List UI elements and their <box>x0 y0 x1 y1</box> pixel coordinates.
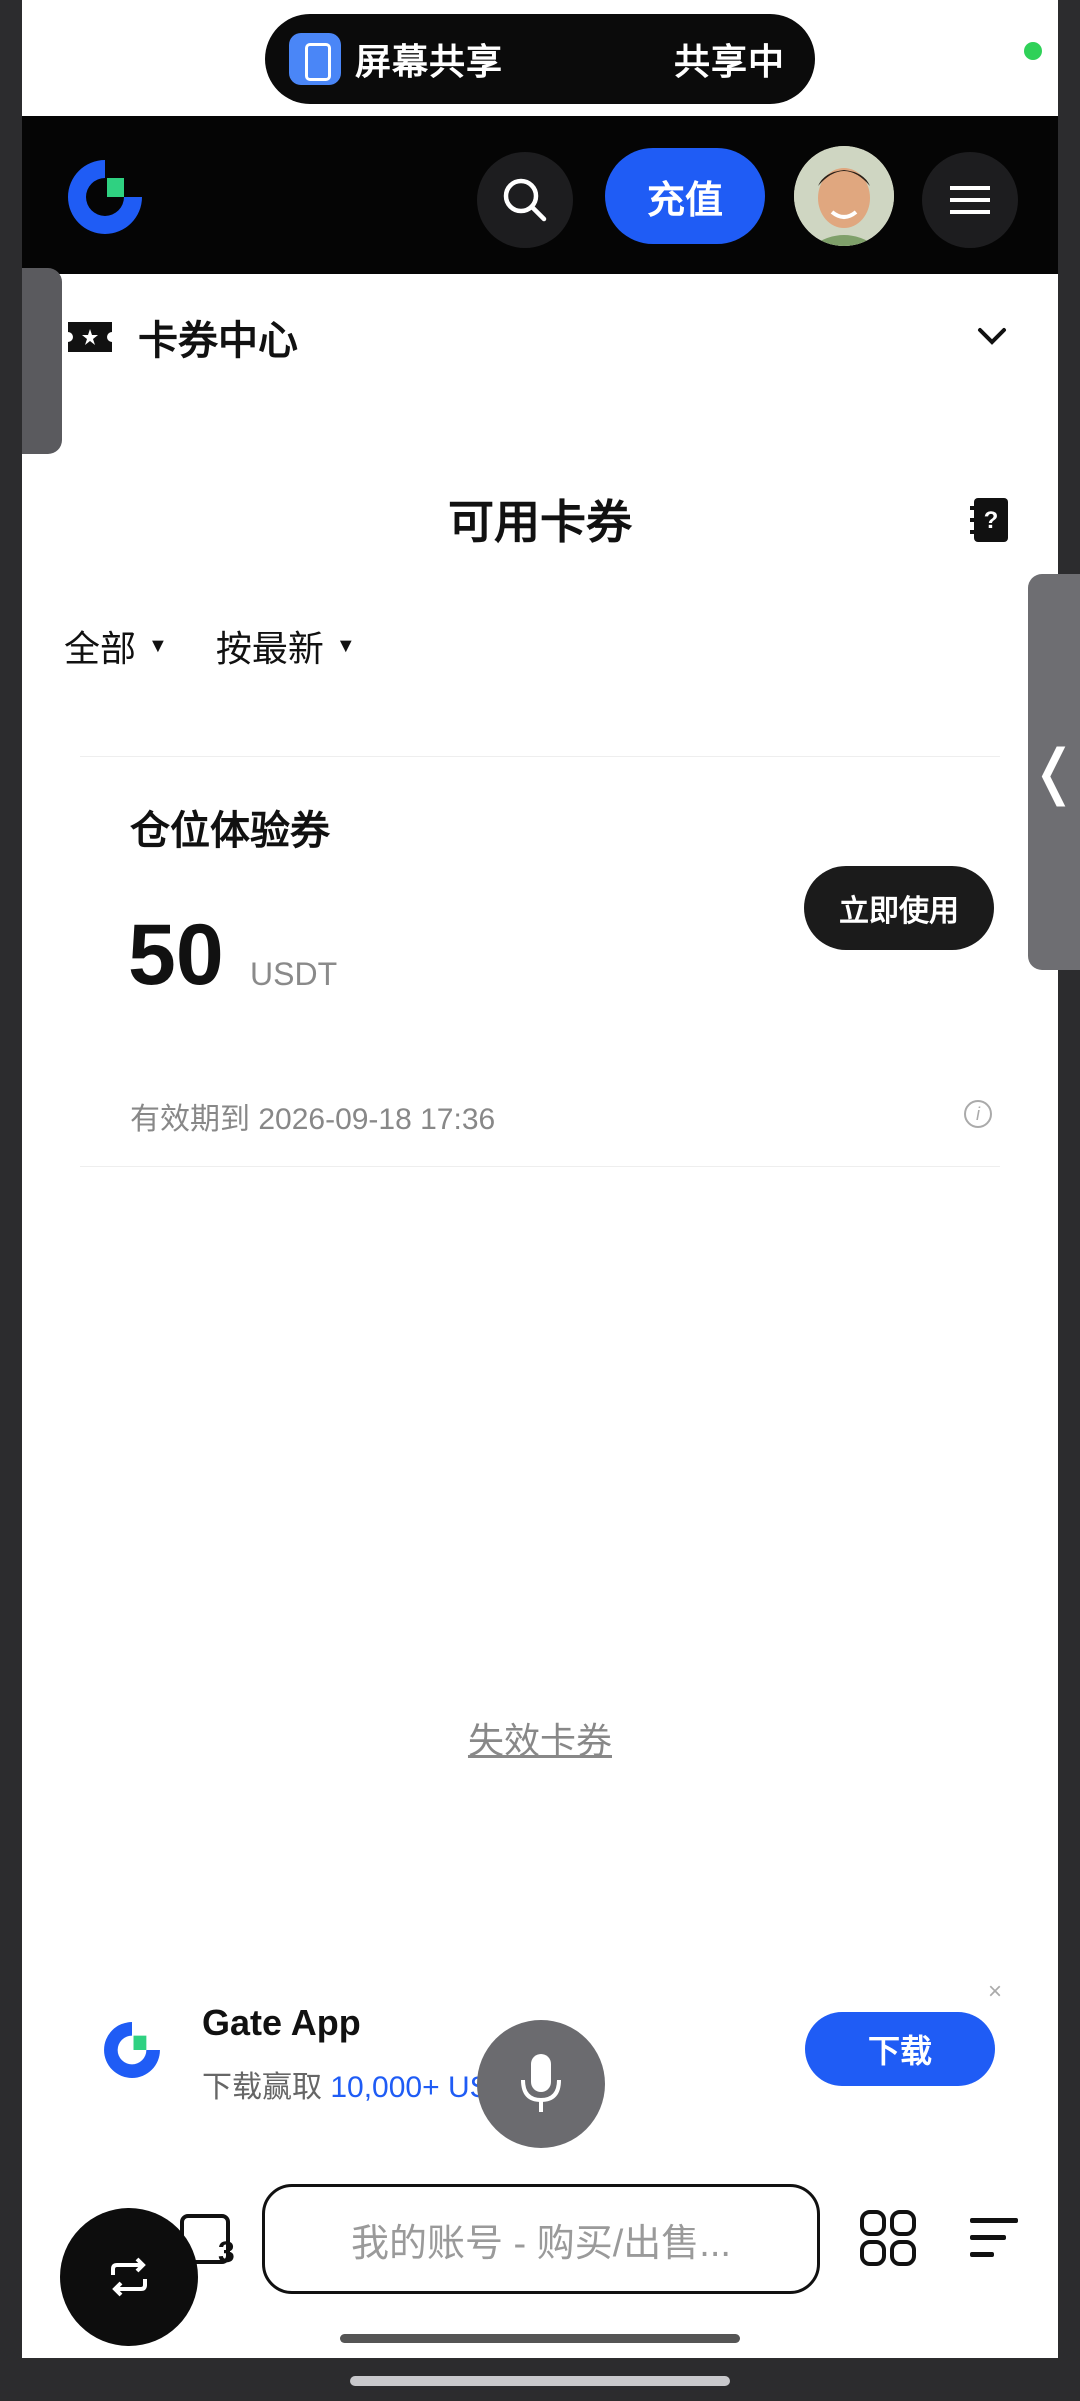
chevron-down-icon[interactable] <box>974 318 1010 354</box>
phone-icon <box>289 33 341 85</box>
banner-subtitle-prefix: 下载赢取 <box>202 2071 331 2104</box>
use-now-button[interactable]: 立即使用 <box>804 866 994 950</box>
voucher-amount: 50 <box>128 907 224 1003</box>
microphone-icon <box>521 2054 561 2112</box>
more-menu-button[interactable] <box>966 2212 1022 2269</box>
section-title: 卡券中心 <box>138 319 298 363</box>
filter-sort-dropdown[interactable]: 按最新 ▼ <box>216 620 356 672</box>
search-button[interactable] <box>477 152 573 248</box>
gate-logo-icon[interactable] <box>60 152 150 242</box>
help-book-icon[interactable]: ? <box>968 496 1010 544</box>
download-button[interactable]: 下载 <box>805 2012 995 2086</box>
browser-bottom-bar: 3 我的账号 - 购买/出售... <box>22 2172 1058 2346</box>
voucher-name: 仓位体验券 <box>130 809 330 853</box>
voucher-expiry: 有效期到 2026-09-18 17:36 <box>130 1103 496 1136</box>
menu-button[interactable] <box>922 152 1018 248</box>
apps-grid-button[interactable] <box>858 2208 918 2273</box>
share-status: 共享中 <box>673 41 785 82</box>
banner-close-button[interactable]: × <box>988 1978 1002 2006</box>
filter-type-label: 全部 <box>64 628 137 669</box>
filter-type-dropdown[interactable]: 全部 ▼ <box>64 620 168 672</box>
right-edge-panel-handle[interactable]: ❬ <box>1028 574 1080 970</box>
voice-input-button[interactable] <box>477 2020 605 2148</box>
voucher-unit: USDT <box>250 956 338 992</box>
home-indicator <box>340 2334 740 2343</box>
gate-app-logo-icon <box>104 2022 160 2078</box>
filter-row: 全部 ▼ 按最新 ▼ <box>64 620 356 672</box>
left-edge-handle[interactable] <box>22 268 62 454</box>
hamburger-icon <box>950 186 990 214</box>
avatar[interactable] <box>794 146 894 246</box>
divider <box>80 1166 1000 1167</box>
app-header: 充值 <box>22 116 1058 274</box>
page: 屏幕共享 共享中 充值 卡券中心 可用卡券 ? 全部 ▼ 按最新 ▼ 仓位体验券… <box>22 0 1058 2358</box>
system-home-indicator <box>350 2376 730 2386</box>
tabs-count: 3 <box>218 2236 235 2269</box>
expired-vouchers-link[interactable]: 失效卡券 <box>22 1712 1058 1764</box>
share-label: 屏幕共享 <box>355 41 504 82</box>
info-icon[interactable]: i <box>964 1100 992 1128</box>
filter-sort-label: 按最新 <box>215 628 324 669</box>
ticket-icon <box>68 322 112 352</box>
banner-title: Gate App <box>202 2002 361 2043</box>
sort-lines-icon <box>970 2218 1018 2257</box>
caret-down-icon: ▼ <box>148 634 168 657</box>
chevron-left-icon: ❬ <box>1028 738 1080 805</box>
grid-icon <box>860 2210 916 2266</box>
recording-indicator <box>1024 42 1042 60</box>
floating-repeat-button[interactable] <box>60 2208 198 2346</box>
address-bar[interactable]: 我的账号 - 购买/出售... <box>262 2184 820 2294</box>
section-selector[interactable]: 卡券中心 <box>22 290 1058 380</box>
recharge-button[interactable]: 充值 <box>605 148 765 244</box>
search-icon <box>503 178 547 222</box>
screen-share-pill[interactable]: 屏幕共享 共享中 <box>265 14 815 104</box>
page-title: 可用卡券 <box>448 496 632 548</box>
caret-down-icon: ▼ <box>335 634 356 657</box>
svg-text:?: ? <box>984 507 999 534</box>
voucher-card: 仓位体验券 50 USDT 立即使用 有效期到 2026-09-18 17:36… <box>80 756 1000 1166</box>
repeat-icon <box>111 2257 147 2297</box>
avatar-face-icon <box>794 146 894 246</box>
